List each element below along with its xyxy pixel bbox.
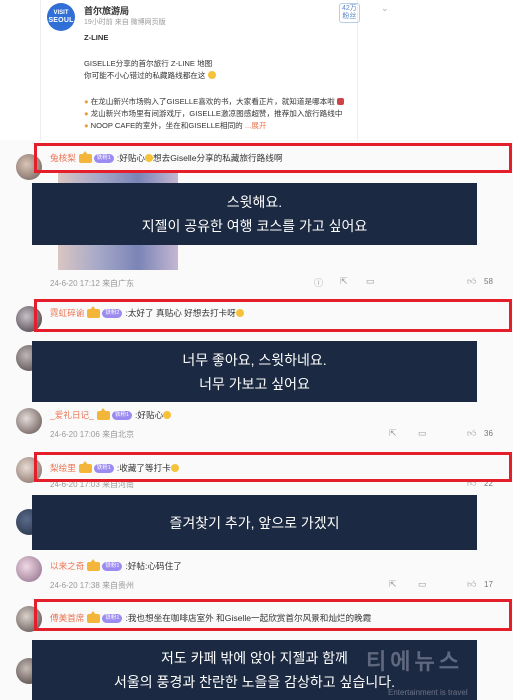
fan-badge: 铁粉1 [102, 561, 123, 571]
comment-text: :好帖:心码住了 [125, 561, 182, 571]
comment-username[interactable]: 以来之奇 [50, 560, 84, 572]
bullet-icon: ● [84, 97, 89, 106]
comment-item: _爱礼日记_ 铁粉1 :好贴心 24-6-20 17:06 来自北京 ⇱ ▭ 👍… [0, 402, 513, 452]
watermark-tagline: Entertainment is travel [388, 688, 468, 697]
logo-big-text: SEOUL [48, 17, 74, 24]
like-count: 58 [484, 277, 493, 286]
book-emoji-icon [337, 98, 344, 105]
subtitle-caption: 너무 좋아요, 스윗하네요. 너무 가보고 싶어요 [32, 341, 477, 402]
comment-icon[interactable]: ▭ [418, 428, 427, 439]
follower-badge: 42万 粉丝 [339, 3, 360, 23]
avatar[interactable] [16, 408, 42, 434]
expand-link[interactable]: ...展开 [245, 121, 267, 130]
follower-badge-text: 42万 粉丝 [342, 5, 357, 20]
vip-crown-icon [96, 407, 110, 420]
post-line-text: 你可能不小心错过的私藏路线都在这 [84, 71, 206, 80]
post-bullet-text: 龙山新兴市场里有间游戏厅，GISELLE激凉图感超赞，推荐加入旅行路线中 [90, 109, 343, 118]
comment-icon[interactable]: ▭ [418, 579, 427, 590]
subtitle-line: 저도 카페 밖에 앉아 지젤과 함께 [161, 650, 348, 666]
info-icon[interactable]: ⓘ [314, 276, 323, 289]
logo-small-text: VISIT [53, 10, 69, 16]
post-bullet: ● NOOP CAFE的室外，坐在和GISELLE相同的 ...展开 [84, 120, 266, 131]
watermark-logo: 티에뉴스 [366, 649, 463, 674]
comment-meta: 24-6-20 17:12 来自广东 [50, 278, 134, 289]
bullet-icon: ● [84, 109, 89, 118]
avatar[interactable] [16, 556, 42, 582]
comment-meta: 24-6-20 17:38 来自贵州 [50, 580, 134, 591]
post-line: 你可能不小心错过的私藏路线都在这 [84, 70, 216, 81]
like-count: 17 [484, 580, 493, 589]
subtitle-line: 너무 좋아요, 스윗하네요. [182, 351, 327, 368]
subtitle-caption: 스윗해요. 지젤이 공유한 여행 코스를 가고 싶어요 [32, 183, 477, 245]
share-icon[interactable]: ⇱ [340, 276, 348, 287]
subtitle-line: 서울의 풍경과 찬란한 노을을 감상하고 싶습니다. [114, 674, 395, 690]
comment-username[interactable]: _爱礼日记_ [50, 409, 94, 421]
post-line: GISELLE分享的首尔旅行 Z-LINE 地图 [84, 59, 213, 68]
subtitle-line: 너무 가보고 싶어요 [199, 375, 310, 392]
share-icon[interactable]: ⇱ [389, 579, 397, 590]
smile-emoji-icon [163, 411, 172, 419]
account-name[interactable]: 首尔旅游局 [84, 4, 129, 17]
account-logo[interactable]: VISIT SEOUL [47, 3, 75, 31]
smile-emoji-icon [207, 71, 216, 79]
comment-item: 以来之奇 铁粉1 :好帖:心码住了 24-6-20 17:38 来自贵州 ⇱ ▭… [0, 553, 513, 598]
post-bullet: ● 龙山新兴市场里有间游戏厅，GISELLE激凉图感超赞，推荐加入旅行路线中 [84, 108, 342, 119]
share-icon[interactable]: ⇱ [389, 428, 397, 439]
fan-badge: 铁粉1 [111, 410, 132, 420]
like-icon[interactable]: 👍︎ [467, 428, 476, 439]
highlight-box [34, 143, 512, 173]
weibo-post: VISIT SEOUL 首尔旅游局 19小时前 来自 微博网页版 42万 粉丝 … [0, 0, 513, 140]
vip-crown-icon [87, 558, 101, 571]
post-bullet: ● 在龙山新兴市场购入了GISELLE喜欢的书，大家看正片，就知道是哪本啦 [84, 96, 344, 107]
bullet-icon: ● [84, 121, 89, 130]
more-icon[interactable]: ⌄ [381, 3, 389, 14]
comment-text: :好贴心 [135, 410, 164, 420]
comment-source: 来自北京 [102, 430, 135, 439]
comment-source: 来自贵州 [102, 581, 135, 590]
comment-text-line: _爱礼日记_ 铁粉1 :好贴心 [50, 407, 172, 421]
comment-date: 24-6-20 17:12 [50, 279, 100, 288]
subtitle-line: 지젤이 공유한 여행 코스를 가고 싶어요 [141, 218, 368, 234]
highlight-box [34, 452, 512, 482]
highlight-box [34, 299, 512, 332]
subtitle-caption: 즐겨찾기 추가, 앞으로 가겠지 [32, 495, 477, 550]
post-bullet-text: NOOP CAFE的室外，坐在和GISELLE相同的 [90, 121, 243, 130]
comment-icon[interactable]: ▭ [366, 276, 375, 287]
comment-source: 来自广东 [102, 279, 135, 288]
comment-text-line: 以来之奇 铁粉1 :好帖:心码住了 [50, 558, 182, 572]
highlight-box [34, 599, 512, 631]
comment-date: 24-6-20 17:38 [50, 581, 100, 590]
comment-meta: 24-6-20 17:06 来自北京 [50, 429, 134, 440]
like-icon[interactable]: 👍︎ [467, 579, 476, 590]
like-count: 36 [484, 429, 493, 438]
post-bullet-text: 在龙山新兴市场购入了GISELLE喜欢的书，大家看正片，就知道是哪本啦 [90, 97, 335, 106]
like-icon[interactable]: 👍︎ [467, 276, 476, 287]
post-meta: 19小时前 来自 微博网页版 [84, 19, 166, 26]
post-title-line: Z-LINE [84, 33, 109, 42]
post-body: VISIT SEOUL 首尔旅游局 19小时前 来自 微博网页版 42万 粉丝 … [40, 0, 389, 140]
subtitle-line: 즐겨찾기 추가, 앞으로 가겠지 [169, 514, 340, 531]
comment-date: 24-6-20 17:06 [50, 430, 100, 439]
comments-panel: 兔核梨 铁粉1 :好贴心 想去Giselle分享的私藏旅行路线啊 24-6-20… [0, 140, 513, 700]
subtitle-line: 스윗해요. [226, 194, 283, 210]
